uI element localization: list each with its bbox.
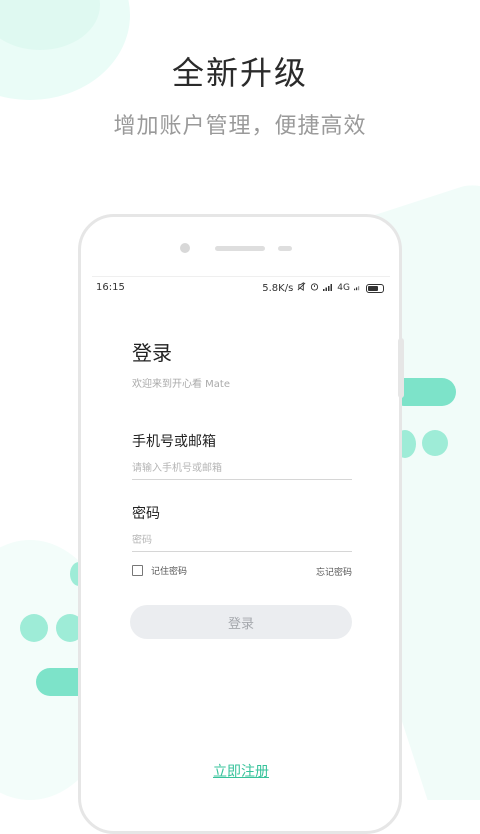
status-bar: 16:15 5.8K/s 4G xyxy=(92,277,390,299)
decor-dot xyxy=(20,614,48,642)
network-type: 4G xyxy=(337,283,350,293)
phone-email-input[interactable] xyxy=(132,457,352,480)
remember-password-toggle[interactable]: 记住密码 xyxy=(132,564,187,577)
promo-subline: 增加账户管理，便捷高效 xyxy=(113,114,367,139)
phone-camera xyxy=(180,243,190,253)
signal-icon-secondary xyxy=(354,283,362,294)
status-time: 16:15 xyxy=(96,282,125,293)
password-input[interactable] xyxy=(132,529,352,552)
register-link[interactable]: 立即注册 xyxy=(92,761,390,781)
login-title: 登录 xyxy=(132,341,172,365)
status-icons: 5.8K/s 4G xyxy=(262,282,384,294)
phone-side-button xyxy=(398,338,404,398)
decor-dot xyxy=(422,430,448,456)
phone-email-label: 手机号或邮箱 xyxy=(132,434,216,450)
remember-checkbox[interactable] xyxy=(132,565,143,576)
phone-speaker xyxy=(215,246,265,251)
remember-label: 记住密码 xyxy=(151,567,188,577)
forgot-password-link[interactable]: 忘记密码 xyxy=(316,565,352,578)
alarm-icon xyxy=(310,282,319,294)
battery-icon xyxy=(366,283,384,293)
phone-screen: 16:15 5.8K/s 4G 登录 欢迎来到开心看 Mate 手机号或邮箱 密… xyxy=(92,276,390,807)
password-label: 密码 xyxy=(132,506,160,522)
promo-headline: 全新升级 xyxy=(171,54,308,92)
login-button[interactable]: 登录 xyxy=(130,605,352,639)
phone-sensor xyxy=(278,246,292,251)
mute-icon xyxy=(297,282,306,294)
network-speed: 5.8K/s xyxy=(262,282,294,294)
signal-icon xyxy=(323,283,333,294)
login-subtitle: 欢迎来到开心看 Mate xyxy=(132,379,231,390)
